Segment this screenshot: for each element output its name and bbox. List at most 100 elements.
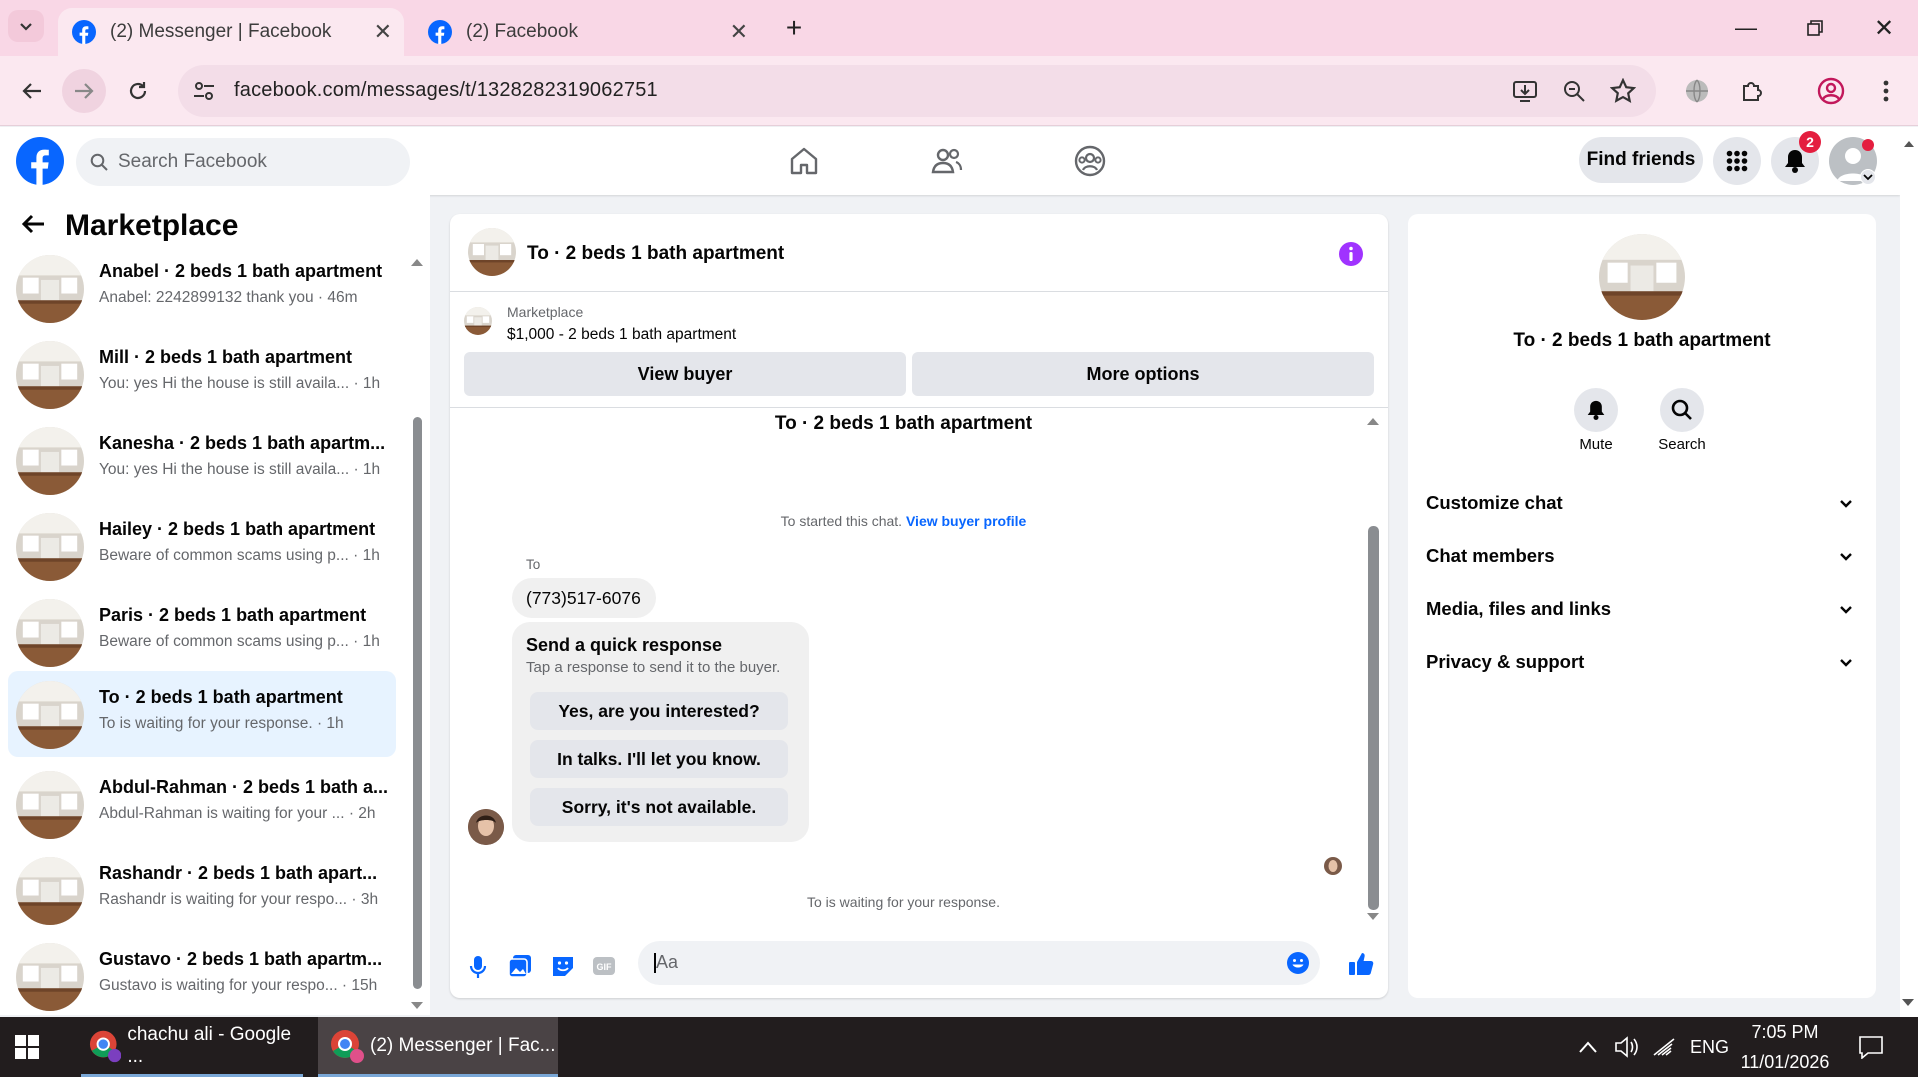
listing-thumbnail[interactable] [464, 307, 492, 335]
bell-icon [1785, 150, 1805, 173]
chat-header-avatar[interactable] [468, 228, 516, 276]
vpn-extension-icon[interactable] [1675, 69, 1719, 113]
gif-button[interactable]: GIF [592, 954, 616, 978]
conversation-item[interactable]: Hailey · 2 beds 1 bath apartment Beware … [8, 505, 396, 585]
section-label: Chat members [1426, 545, 1555, 566]
scroll-up-icon[interactable] [410, 257, 424, 267]
listing-title[interactable]: $1,000 - 2 beds 1 bath apartment [507, 326, 736, 344]
conversation-item[interactable]: Kanesha · 2 beds 1 bath apartm... You: y… [8, 419, 396, 499]
volume-button[interactable] [1614, 1017, 1640, 1077]
chevron-down-icon [1840, 659, 1852, 667]
sidebar-scrollbar-thumb[interactable] [413, 417, 422, 989]
sticker-button[interactable] [551, 954, 575, 978]
install-app-icon[interactable] [1512, 79, 1538, 103]
menu-button[interactable] [1713, 137, 1761, 185]
close-window-button[interactable]: ✕ [1864, 12, 1904, 44]
details-avatar[interactable] [1599, 234, 1685, 320]
media-files-links-section[interactable]: Media, files and links [1426, 589, 1856, 629]
conversation-item[interactable]: Paris · 2 beds 1 bath apartment Beware o… [8, 591, 396, 671]
quick-reply-not-available[interactable]: Sorry, it's not available. [530, 788, 788, 826]
close-tab-icon[interactable]: ✕ [730, 19, 748, 45]
page-scroll-down-icon[interactable] [1901, 998, 1915, 1008]
search-in-conversation-button[interactable] [1660, 388, 1704, 432]
restore-button[interactable] [1795, 12, 1835, 44]
chevron-down-icon [1840, 500, 1852, 508]
zoom-icon[interactable] [1562, 79, 1586, 103]
page-scrollbar[interactable] [1900, 127, 1918, 1017]
browser-tab-facebook[interactable]: (2) Facebook ✕ [414, 8, 760, 56]
network-button[interactable] [1652, 1017, 1678, 1077]
nav-friends[interactable] [927, 141, 967, 181]
site-settings-icon[interactable] [192, 79, 216, 103]
input-language-indicator[interactable]: ENG [1690, 1017, 1729, 1077]
conversation-item[interactable]: Anabel · 2 beds 1 bath apartment Anabel:… [8, 247, 396, 327]
profile-button[interactable] [1809, 69, 1853, 113]
privacy-support-section[interactable]: Privacy & support [1426, 642, 1856, 682]
back-button[interactable] [20, 213, 46, 235]
browser-tab-messenger[interactable]: (2) Messenger | Facebook ✕ [58, 8, 404, 56]
mute-button[interactable] [1574, 388, 1618, 432]
show-hidden-icons-button[interactable] [1578, 1017, 1598, 1077]
voice-clip-button[interactable] [468, 954, 488, 980]
conversation-item[interactable]: Abdul-Rahman · 2 beds 1 bath a... Abdul-… [8, 763, 396, 843]
conversation-item[interactable]: Rashandr · 2 beds 1 bath apart... Rashan… [8, 849, 396, 929]
chrome-icon [331, 1029, 364, 1063]
scroll-down-icon[interactable] [1366, 912, 1380, 922]
tab-search-button[interactable] [8, 10, 44, 42]
restore-icon [1807, 20, 1823, 36]
emoji-icon[interactable] [1286, 951, 1310, 975]
view-buyer-profile-link[interactable]: View buyer profile [906, 513, 1026, 529]
nav-groups[interactable] [1070, 141, 1110, 181]
chat-members-section[interactable]: Chat members [1426, 536, 1856, 576]
bell-icon [1587, 400, 1605, 420]
account-chevron-icon[interactable] [1860, 169, 1876, 185]
quick-reply-label: Sorry, it's not available. [561, 796, 757, 817]
taskbar-item-chrome-1[interactable]: chachu ali - Google ... [81, 1017, 303, 1077]
quick-reply-in-talks[interactable]: In talks. I'll let you know. [530, 740, 788, 778]
taskbar-item-chrome-2[interactable]: (2) Messenger | Fac... [318, 1017, 558, 1077]
bookmark-star-icon[interactable] [1610, 78, 1636, 104]
start-button[interactable] [14, 1017, 54, 1077]
scroll-up-icon[interactable] [1366, 416, 1380, 426]
like-button[interactable] [1348, 951, 1374, 977]
browser-menu-button[interactable] [1864, 69, 1908, 113]
forward-button[interactable] [62, 69, 106, 113]
notification-center-button[interactable] [1858, 1017, 1884, 1077]
minimize-button[interactable]: — [1726, 12, 1766, 44]
search-facebook-input[interactable]: Search Facebook [76, 138, 410, 186]
attach-photo-button[interactable] [508, 954, 532, 978]
conversation-item-selected[interactable]: To · 2 beds 1 bath apartment To is waiti… [8, 671, 396, 757]
chat-header-title[interactable]: To · 2 beds 1 bath apartment [527, 243, 784, 265]
url-text: facebook.com/messages/t/1328282319062751 [234, 79, 658, 101]
conversation-info-button[interactable] [1338, 241, 1364, 267]
conversation-item[interactable]: Gustavo · 2 beds 1 bath apartm... Gustav… [8, 935, 396, 1015]
clock[interactable]: 7:05 PM 11/01/2026 [1726, 1017, 1844, 1077]
close-tab-icon[interactable]: ✕ [374, 19, 392, 45]
scroll-up-icon[interactable] [1900, 137, 1918, 151]
quick-reply-interested[interactable]: Yes, are you interested? [530, 692, 788, 730]
listing-divider [450, 407, 1388, 408]
notifications-button[interactable]: 2 [1771, 131, 1821, 185]
view-buyer-label: View buyer [637, 363, 733, 384]
nav-home[interactable] [784, 141, 824, 181]
facebook-logo-icon[interactable] [16, 137, 64, 185]
message-input[interactable]: Aa [638, 941, 1320, 985]
back-button[interactable] [10, 69, 54, 113]
sender-avatar[interactable] [468, 809, 504, 845]
facebook-favicon-icon [428, 20, 452, 44]
groups-icon [1074, 145, 1106, 177]
view-buyer-button[interactable]: View buyer [464, 352, 906, 396]
more-options-button[interactable]: More options [912, 352, 1374, 396]
find-friends-button[interactable]: Find friends [1579, 137, 1703, 183]
extensions-button[interactable] [1730, 69, 1774, 113]
customize-chat-section[interactable]: Customize chat [1426, 483, 1856, 523]
conversation-item[interactable]: Mill · 2 beds 1 bath apartment You: yes … [8, 333, 396, 413]
new-tab-button[interactable]: + [774, 12, 814, 44]
message-bubble[interactable]: (773)517-6076 [512, 578, 656, 618]
reload-button[interactable] [116, 69, 160, 113]
chevron-down-icon [20, 23, 32, 31]
avatar [16, 857, 84, 925]
address-bar[interactable]: facebook.com/messages/t/1328282319062751 [178, 65, 1656, 117]
chat-scrollbar-thumb[interactable] [1368, 526, 1379, 910]
scroll-down-icon[interactable] [410, 1001, 424, 1011]
